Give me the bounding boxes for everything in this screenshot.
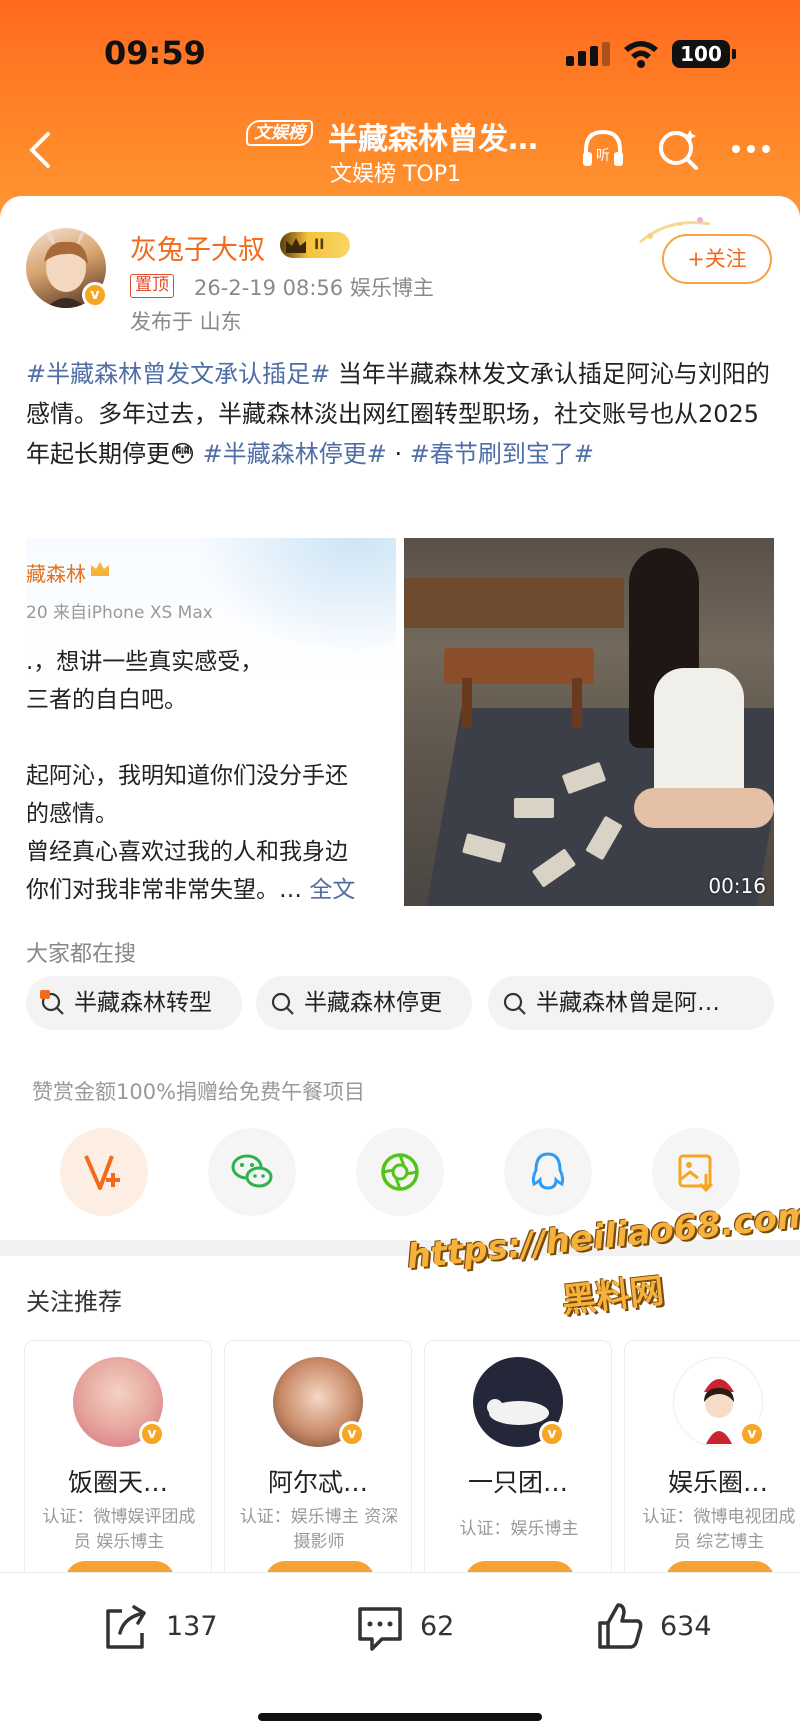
- search-icon: [271, 992, 294, 1015]
- hot-search-chip[interactable]: 半藏森林转型: [26, 976, 242, 1030]
- crown-icon: [91, 562, 109, 576]
- hashtag-link[interactable]: #半藏森林曾发文承认插足#: [26, 360, 330, 388]
- share-to-wechat-button[interactable]: [208, 1128, 296, 1216]
- image-source: 20 来自iPhone XS Max: [26, 603, 213, 623]
- post-image-screenshot[interactable]: 藏森林 20 来自iPhone XS Max .，想讲一些真实感受， 三者的自白…: [26, 538, 396, 906]
- video-scene-cabinet: [404, 578, 624, 628]
- verified-badge-icon: v: [739, 1421, 765, 1447]
- hot-search-icon: [40, 990, 64, 1015]
- recommend-card[interactable]: v 阿尔忒… 认证：娱乐博主 资深摄影师: [224, 1340, 412, 1580]
- follow-button[interactable]: +关注: [662, 234, 772, 284]
- status-bar: 09:59 100: [0, 0, 800, 100]
- vip-level-text: II: [314, 237, 325, 253]
- post-meta: 26-2-19 08:56 娱乐博主: [194, 276, 434, 300]
- share-to-qq-button[interactable]: [504, 1128, 592, 1216]
- recommend-name[interactable]: 饭圈天…: [25, 1463, 211, 1499]
- recommend-title: 关注推荐: [26, 1288, 122, 1316]
- ranking-badge: 文娱榜: [246, 120, 313, 146]
- vip-level-badge: II: [280, 232, 350, 258]
- wifi-icon: [624, 41, 658, 68]
- image-text-line: 你们对我非常非常失望。… 全文: [26, 870, 355, 904]
- moments-aperture-icon: [381, 1153, 419, 1191]
- like-count: 634: [660, 1611, 712, 1642]
- comment-icon: [358, 1607, 402, 1651]
- post-location: 发布于 山东: [130, 310, 242, 334]
- verified-badge-icon: v: [339, 1421, 365, 1447]
- image-sky-background: [196, 538, 396, 658]
- image-text-line: 三者的自白吧。: [26, 687, 187, 713]
- read-more-link[interactable]: 全文: [309, 877, 355, 903]
- video-scene-table-leg: [572, 678, 582, 728]
- comment-action[interactable]: 62: [354, 1599, 454, 1655]
- share-icon: [106, 1605, 146, 1649]
- video-duration: 00:16: [708, 874, 766, 898]
- recommend-name[interactable]: 娱乐圈…: [625, 1463, 800, 1499]
- image-text-line: 的感情。: [26, 801, 118, 827]
- wechat-icon: [231, 1154, 273, 1188]
- hot-search-text: 半藏森林转型: [74, 990, 212, 1016]
- search-icon[interactable]: [654, 124, 704, 174]
- image-text-line: 起阿沁，我明知道你们没分手还: [26, 763, 348, 789]
- share-to-weibo-button[interactable]: [60, 1128, 148, 1216]
- hashtag-link[interactable]: #半藏森林停更#: [195, 440, 387, 468]
- share-action[interactable]: 137: [100, 1599, 218, 1655]
- page-title: 半藏森林曾发…: [328, 122, 538, 157]
- bottom-action-bar: 137 62 634: [0, 1572, 800, 1734]
- watermark-name: 黑料网: [560, 1270, 666, 1322]
- crown-icon: [286, 238, 306, 253]
- hot-search-chip[interactable]: 半藏森林曾是阿…: [488, 976, 774, 1030]
- recommend-card[interactable]: v 一只团… 认证：娱乐博主: [424, 1340, 612, 1580]
- verified-badge-icon: v: [539, 1421, 565, 1447]
- battery-icon: 100: [672, 40, 736, 68]
- recommend-desc: 认证：微博娱评团成员 娱乐博主: [42, 1507, 196, 1552]
- weibo-forward-icon: [84, 1155, 120, 1190]
- listen-headphones-icon[interactable]: 听: [578, 124, 628, 174]
- comment-count: 62: [420, 1611, 455, 1642]
- pinned-label: 置顶: [130, 274, 174, 298]
- emoji: 😳: [170, 440, 196, 468]
- page-subtitle[interactable]: 文娱榜 TOP1: [330, 156, 461, 188]
- video-scene-tile: [514, 798, 554, 818]
- verified-badge-icon: v: [139, 1421, 165, 1447]
- video-scene-person-legs: [634, 788, 774, 828]
- post-video-thumbnail[interactable]: 00:16: [404, 538, 774, 906]
- post-text: #半藏森林曾发文承认插足# 当年半藏森林发文承认插足阿沁与刘阳的感情。多年过去，…: [26, 354, 778, 474]
- image-author-name: 藏森林: [26, 562, 86, 586]
- back-arrow-icon[interactable]: [22, 130, 62, 170]
- recommend-card[interactable]: v 娱乐圈… 认证：微博电视团成员 综艺博主: [624, 1340, 800, 1580]
- image-text-line: 曾经真心喜欢过我的人和我身边: [26, 839, 348, 865]
- author-name[interactable]: 灰兔子大叔: [130, 228, 265, 267]
- recommend-desc: 认证：娱乐博主 资深摄影师: [239, 1507, 399, 1552]
- recommend-name[interactable]: 一只团…: [425, 1463, 611, 1499]
- recommend-name[interactable]: 阿尔忒…: [225, 1463, 411, 1499]
- hashtag-link[interactable]: #春节刷到宝了#: [410, 440, 594, 468]
- video-scene-table-leg: [462, 678, 472, 728]
- qq-penguin-icon: [531, 1152, 565, 1190]
- separator: ·: [386, 440, 410, 468]
- recommend-desc: 认证：娱乐博主: [459, 1519, 579, 1539]
- share-to-moments-button[interactable]: [356, 1128, 444, 1216]
- hot-search-text: 半藏森林停更: [304, 990, 442, 1016]
- recommend-card[interactable]: v 饭圈天… 认证：微博娱评团成员 娱乐博主: [24, 1340, 212, 1580]
- svg-text:听: 听: [596, 148, 610, 164]
- home-indicator: [258, 1713, 542, 1721]
- hot-search-text: 半藏森林曾是阿…: [536, 990, 720, 1016]
- thumbs-up-icon: [598, 1603, 643, 1649]
- verified-badge-icon: v: [82, 282, 108, 308]
- save-image-icon: [678, 1154, 714, 1193]
- status-time: 09:59: [104, 34, 206, 72]
- like-action[interactable]: 634: [594, 1599, 712, 1655]
- recommend-desc: 认证：微博电视团成员 综艺博主: [642, 1507, 796, 1552]
- image-text-last: 你们对我非常非常失望。…: [26, 877, 310, 903]
- image-text-line: .，想讲一些真实感受，: [26, 649, 264, 675]
- cellular-signal-icon: [566, 42, 610, 66]
- more-options-icon[interactable]: [726, 124, 776, 174]
- hot-search-chip[interactable]: 半藏森林停更: [256, 976, 472, 1030]
- share-count: 137: [166, 1611, 218, 1642]
- search-icon: [503, 992, 526, 1015]
- hot-search-label: 大家都在搜: [26, 942, 137, 967]
- top-nav: 文娱榜 半藏森林曾发… 文娱榜 TOP1 听: [0, 110, 800, 190]
- donation-note: 赞赏金额100%捐赠给免费午餐项目: [32, 1080, 366, 1104]
